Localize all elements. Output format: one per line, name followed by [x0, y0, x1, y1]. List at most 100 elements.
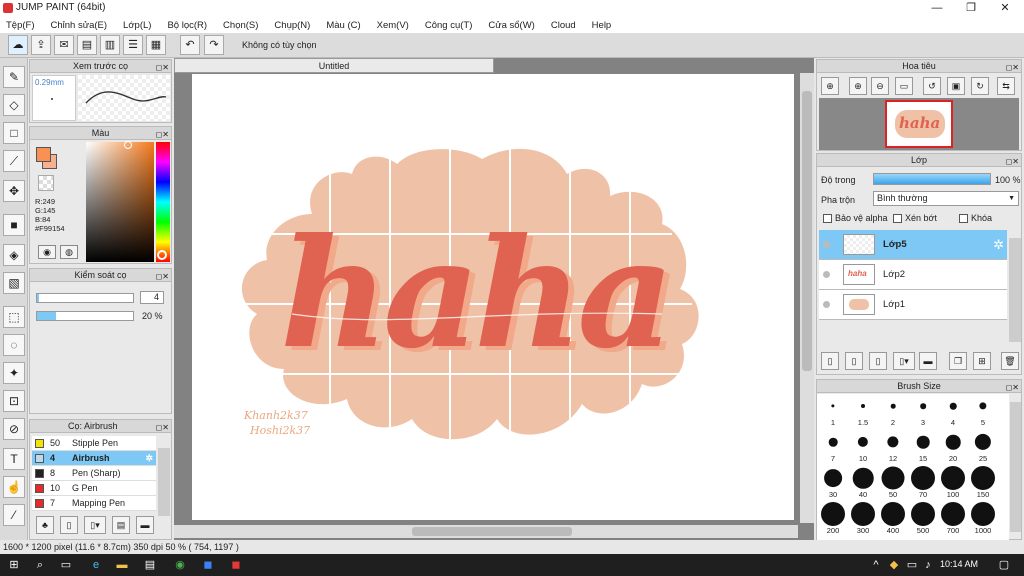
volume-icon[interactable]: ♪: [920, 557, 936, 573]
brush-menu-icon[interactable]: ▯▾: [84, 516, 106, 534]
panel-controls-icon[interactable]: ◻✕: [1006, 61, 1019, 74]
layer-opacity-slider[interactable]: [873, 173, 991, 185]
menu-select[interactable]: Chọn(S): [217, 17, 264, 33]
select-rect-tool-icon[interactable]: ⬚: [3, 306, 25, 328]
list-icon[interactable]: ☰: [123, 35, 143, 55]
checkbox-box[interactable]: [823, 214, 832, 224]
line-tool-icon[interactable]: ⟋: [3, 150, 25, 172]
new-layer-1bit-icon[interactable]: ▯: [869, 352, 887, 370]
menu-help[interactable]: Help: [586, 17, 618, 33]
fill-rect-tool-icon[interactable]: ■: [3, 214, 25, 236]
brush-size-scrollbar[interactable]: [1010, 402, 1021, 532]
tray-app-icon[interactable]: ◆: [886, 557, 902, 573]
document-tab[interactable]: Untitled: [174, 58, 494, 73]
eyedropper-tool-icon[interactable]: ⁄: [3, 504, 25, 526]
brush-size-option[interactable]: 5: [968, 394, 998, 430]
layer-menu-icon[interactable]: ▯▾: [893, 352, 915, 370]
brush-size-option[interactable]: 200: [818, 502, 848, 538]
cloud-icon[interactable]: ☁: [8, 35, 28, 55]
brush-item-stipple-pen[interactable]: 50 Stipple Pen: [32, 436, 156, 451]
magic-wand-tool-icon[interactable]: ✦: [3, 362, 25, 384]
settings-gear-icon[interactable]: ✲: [145, 451, 153, 466]
navigator-thumbnail[interactable]: haha: [885, 100, 953, 148]
notifications-icon[interactable]: ▢: [996, 557, 1012, 573]
system-tray-chevron-icon[interactable]: ^: [868, 557, 884, 573]
hue-slider[interactable]: [156, 142, 170, 262]
brush-size-option[interactable]: 400: [878, 502, 908, 538]
panel-controls-icon[interactable]: ◻✕: [156, 128, 169, 141]
menu-filter[interactable]: Bộ lọc(R): [161, 17, 213, 33]
windows-start-icon[interactable]: ⊞: [6, 557, 22, 573]
close-button[interactable]: ✕: [988, 0, 1022, 17]
task-view-icon[interactable]: ▭: [58, 557, 74, 573]
color-picker-cursor[interactable]: [124, 141, 132, 149]
brush-size-option[interactable]: 2: [878, 394, 908, 430]
eraser-tool-icon[interactable]: ◇: [3, 94, 25, 116]
brush-folder-icon[interactable]: ▬: [136, 516, 154, 534]
menu-file[interactable]: Tệp(F): [0, 17, 41, 33]
brush-item-g-pen[interactable]: 10 G Pen: [32, 481, 156, 496]
merge-layer-icon[interactable]: ⊞: [973, 352, 991, 370]
text-tool-icon[interactable]: T: [3, 448, 25, 470]
store-icon[interactable]: ▤: [142, 557, 158, 573]
brush-opacity-slider[interactable]: [36, 311, 134, 321]
horizontal-scroll-thumb[interactable]: [412, 527, 572, 536]
protect-alpha-checkbox[interactable]: Bảo vệ alpha: [823, 213, 888, 224]
brush-size-option[interactable]: 12: [878, 430, 908, 466]
brush-tool-icon[interactable]: ✎: [3, 66, 25, 88]
layer-row-lop1[interactable]: Lớp1: [819, 290, 1007, 320]
blend-mode-select[interactable]: Bình thường ▼: [873, 191, 1019, 206]
messenger-icon[interactable]: ◼: [200, 557, 216, 573]
menu-edit[interactable]: Chỉnh sửa(E): [45, 17, 114, 33]
bucket-tool-icon[interactable]: ◈: [3, 244, 25, 266]
hue-slider-handle[interactable]: [157, 250, 167, 260]
checkbox-box[interactable]: [893, 214, 902, 224]
brush-settings-icon[interactable]: ▤: [112, 516, 130, 534]
move-tool-icon[interactable]: ✥: [3, 180, 25, 202]
brush-size-option[interactable]: 500: [908, 502, 938, 538]
brush-size-option[interactable]: 3: [908, 394, 938, 430]
duplicate-layer-icon[interactable]: ❐: [949, 352, 967, 370]
grid-icon[interactable]: ▦: [146, 35, 166, 55]
visibility-icon[interactable]: [823, 241, 830, 248]
restore-button[interactable]: ❐: [954, 0, 988, 17]
layers-scrollbar[interactable]: [1009, 238, 1021, 342]
clock[interactable]: 10:14 AM: [940, 559, 978, 569]
brush-item-airbrush[interactable]: 4 Airbrush ✲: [32, 451, 156, 466]
edge-icon[interactable]: e: [88, 557, 104, 573]
brush-size-option[interactable]: 10: [848, 430, 878, 466]
new-layer-8bit-icon[interactable]: ▯: [845, 352, 863, 370]
actual-size-icon[interactable]: ▭: [895, 77, 913, 95]
canvas-vertical-scrollbar[interactable]: [800, 73, 814, 523]
zoom-in-icon[interactable]: ⊕: [849, 77, 867, 95]
zoom-fit-icon[interactable]: ⊕: [821, 77, 839, 95]
document-icon[interactable]: ▥: [100, 35, 120, 55]
brush-size-option[interactable]: 50: [878, 466, 908, 502]
panel-controls-icon[interactable]: ◻✕: [156, 61, 169, 74]
brush-size-option[interactable]: 1.5: [848, 394, 878, 430]
layer-row-lop2[interactable]: haha Lớp2: [819, 260, 1007, 290]
search-icon[interactable]: ⌕: [32, 557, 48, 573]
visibility-icon[interactable]: [823, 301, 830, 308]
hand-tool-icon[interactable]: ☝: [3, 476, 25, 498]
canvas[interactable]: haha haha Khanh2k37 Hoshi2k37: [192, 74, 794, 520]
checkbox-box[interactable]: [959, 214, 968, 224]
brush-item-pen-sharp[interactable]: 8 Pen (Sharp): [32, 466, 156, 481]
chrome-icon[interactable]: ◉: [172, 557, 188, 573]
new-layer-icon[interactable]: ▯: [821, 352, 839, 370]
panel-controls-icon[interactable]: ◻✕: [1006, 381, 1019, 394]
brush-size-option[interactable]: 1: [818, 394, 848, 430]
panel-controls-icon[interactable]: ◻✕: [156, 270, 169, 283]
color-picker-icon[interactable]: ◍: [60, 245, 78, 259]
brush-size-option[interactable]: 70: [908, 466, 938, 502]
panel-controls-icon[interactable]: ◻✕: [156, 421, 169, 434]
menu-cloud[interactable]: Cloud: [545, 17, 582, 33]
comment-icon[interactable]: ▤: [77, 35, 97, 55]
delete-layer-icon[interactable]: 🗑: [1001, 352, 1019, 370]
zoom-out-icon[interactable]: ⊖: [871, 77, 889, 95]
brush-size-option[interactable]: 150: [968, 466, 998, 502]
flip-icon[interactable]: ⇆: [997, 77, 1015, 95]
fit-window-icon[interactable]: ▣: [947, 77, 965, 95]
menu-view[interactable]: Xem(V): [371, 17, 415, 33]
rotate-right-icon[interactable]: ↻: [971, 77, 989, 95]
